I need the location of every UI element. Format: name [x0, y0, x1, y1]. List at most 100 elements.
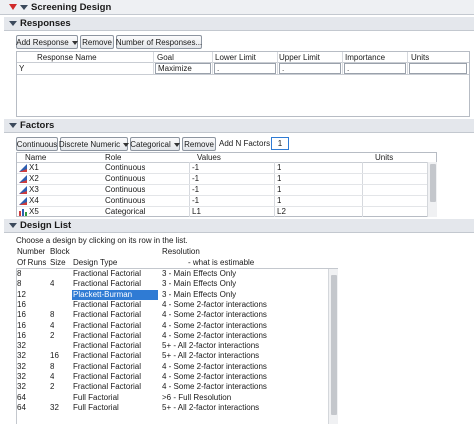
- factor-value-low-cell[interactable]: L1: [192, 207, 201, 216]
- block-size-cell: 16: [50, 351, 59, 361]
- responses-section-header[interactable]: Responses: [4, 17, 474, 31]
- design-list-section-header[interactable]: Design List: [4, 219, 474, 233]
- number-of-runs-cell: 32: [17, 382, 26, 392]
- factor-value-low-cell[interactable]: -1: [192, 174, 199, 183]
- resolution-cell: 4 - Some 2-factor interactions: [162, 310, 267, 320]
- resolution-cell: 5+ - All 2-factor interactions: [162, 402, 260, 412]
- design-type-cell: Fractional Factorial: [73, 351, 142, 361]
- block-size-cell: 4: [50, 279, 55, 289]
- categorical-button[interactable]: Categorical: [130, 137, 180, 151]
- continuous-label: Continuous: [16, 139, 58, 149]
- resolution-cell: 4 - Some 2-factor interactions: [162, 382, 267, 392]
- header-number: Number: [17, 247, 46, 256]
- design-type-cell: Fractional Factorial: [73, 382, 142, 392]
- disclosure-icon[interactable]: [9, 123, 17, 128]
- factor-value-high-cell[interactable]: 1: [277, 174, 281, 183]
- design-type-cell: Fractional Factorial: [73, 310, 142, 320]
- discrete-numeric-button[interactable]: Discrete Numeric: [59, 137, 129, 151]
- factors-scrollbar[interactable]: [427, 162, 437, 217]
- remove-factor-button[interactable]: Remove: [182, 137, 216, 151]
- resolution-cell: 5+ - All 2-factor interactions: [162, 341, 260, 351]
- number-of-runs-cell: 64: [17, 392, 26, 402]
- disclosure-icon[interactable]: [20, 4, 28, 10]
- header-estimable: - what is estimable: [188, 258, 255, 267]
- design-list-table: Number Block Resolution Of Runs Size Des…: [16, 247, 338, 424]
- continuous-factor-icon: [19, 175, 27, 183]
- factor-value-low-cell[interactable]: -1: [192, 185, 199, 194]
- scroll-thumb[interactable]: [430, 164, 436, 202]
- number-of-runs-cell: 8: [17, 279, 22, 289]
- resolution-cell: 5+ - All 2-factor interactions: [162, 351, 260, 361]
- scroll-thumb[interactable]: [331, 275, 337, 415]
- number-of-responses-button[interactable]: Number of Responses...: [116, 35, 202, 49]
- factor-name-cell[interactable]: X5: [29, 207, 39, 216]
- header-resolution: Resolution: [162, 247, 200, 256]
- discrete-numeric-label: Discrete Numeric: [59, 140, 129, 149]
- design-type-cell: Fractional Factorial: [73, 269, 142, 278]
- add-n-factors-input[interactable]: 1: [271, 137, 289, 150]
- column-header-response-name: Response Name: [37, 53, 97, 62]
- design-type-cell: Fractional Factorial: [73, 299, 142, 309]
- factor-name-cell[interactable]: X2: [29, 174, 39, 183]
- factor-value-low-cell[interactable]: -1: [192, 196, 199, 205]
- block-size-cell: 4: [50, 372, 55, 381]
- screening-design-header[interactable]: Screening Design: [0, 0, 474, 15]
- column-header-units: Units: [375, 153, 394, 162]
- categorical-factor-icon: [19, 208, 27, 216]
- block-size-cell: 2: [50, 382, 55, 392]
- continuous-factor-icon: [19, 197, 27, 205]
- factor-name-cell[interactable]: X4: [29, 196, 39, 205]
- disclosure-icon[interactable]: [9, 223, 17, 228]
- number-of-runs-cell: 32: [17, 361, 26, 371]
- factor-value-high-cell[interactable]: L2: [277, 207, 286, 216]
- block-size-cell: 32: [50, 402, 59, 412]
- design-list-instruction: Choose a design by clicking on its row i…: [16, 236, 188, 245]
- add-n-factors-label: Add N Factors: [219, 139, 271, 148]
- add-response-label: Add Response: [16, 38, 77, 47]
- factors-section-header[interactable]: Factors: [4, 119, 474, 133]
- response-name-cell[interactable]: Y: [19, 64, 24, 73]
- design-type-cell: Full Factorial: [73, 392, 119, 402]
- factor-name-cell[interactable]: X1: [29, 163, 39, 172]
- responses-table: Response Name Goal Lower Limit Upper Lim…: [16, 51, 470, 117]
- number-of-runs-cell: 8: [17, 269, 22, 278]
- header-size: Size: [50, 258, 66, 267]
- continuous-button[interactable]: Continuous: [16, 137, 58, 151]
- column-header-goal: Goal: [157, 53, 174, 62]
- design-type-cell: Fractional Factorial: [73, 361, 142, 371]
- red-triangle-menu-icon[interactable]: [9, 4, 17, 10]
- design-type-cell: Plackett-Burman: [72, 289, 158, 300]
- factor-value-high-cell[interactable]: 1: [277, 185, 281, 194]
- column-header-upper-limit: Upper Limit: [279, 53, 320, 62]
- resolution-cell: 4 - Some 2-factor interactions: [162, 372, 267, 381]
- goal-field[interactable]: Maximize: [155, 63, 211, 74]
- importance-field[interactable]: .: [344, 63, 406, 74]
- number-of-runs-cell: 12: [17, 289, 26, 299]
- factor-value-high-cell[interactable]: 1: [277, 196, 281, 205]
- number-of-runs-cell: 32: [17, 351, 26, 361]
- remove-response-button[interactable]: Remove: [80, 35, 114, 49]
- block-size-cell: 4: [50, 320, 55, 330]
- column-header-units: Units: [411, 53, 430, 62]
- factors-title: Factors: [20, 120, 55, 131]
- factor-role-cell: Continuous: [105, 196, 146, 205]
- factor-value-high-cell[interactable]: 1: [277, 163, 281, 172]
- add-response-button[interactable]: Add Response: [16, 35, 78, 49]
- header-design-type: Design Type: [73, 258, 118, 267]
- responses-title: Responses: [20, 18, 71, 29]
- design-list-scrollbar[interactable]: [328, 269, 338, 424]
- column-header-lower-limit: Lower Limit: [215, 53, 256, 62]
- resolution-cell: 3 - Main Effects Only: [162, 269, 237, 278]
- factor-value-low-cell[interactable]: -1: [192, 163, 199, 172]
- number-of-runs-cell: 32: [17, 341, 26, 351]
- factor-name-cell[interactable]: X3: [29, 185, 39, 194]
- lower-limit-field[interactable]: .: [214, 63, 276, 74]
- disclosure-icon[interactable]: [9, 21, 17, 26]
- resolution-cell: 3 - Main Effects Only: [162, 289, 237, 299]
- resolution-cell: 4 - Some 2-factor interactions: [162, 320, 267, 330]
- resolution-cell: 4 - Some 2-factor interactions: [162, 299, 267, 309]
- upper-limit-field[interactable]: .: [279, 63, 341, 74]
- units-field[interactable]: [409, 63, 467, 74]
- column-header-name: Name: [25, 153, 47, 162]
- number-of-runs-cell: 16: [17, 320, 26, 330]
